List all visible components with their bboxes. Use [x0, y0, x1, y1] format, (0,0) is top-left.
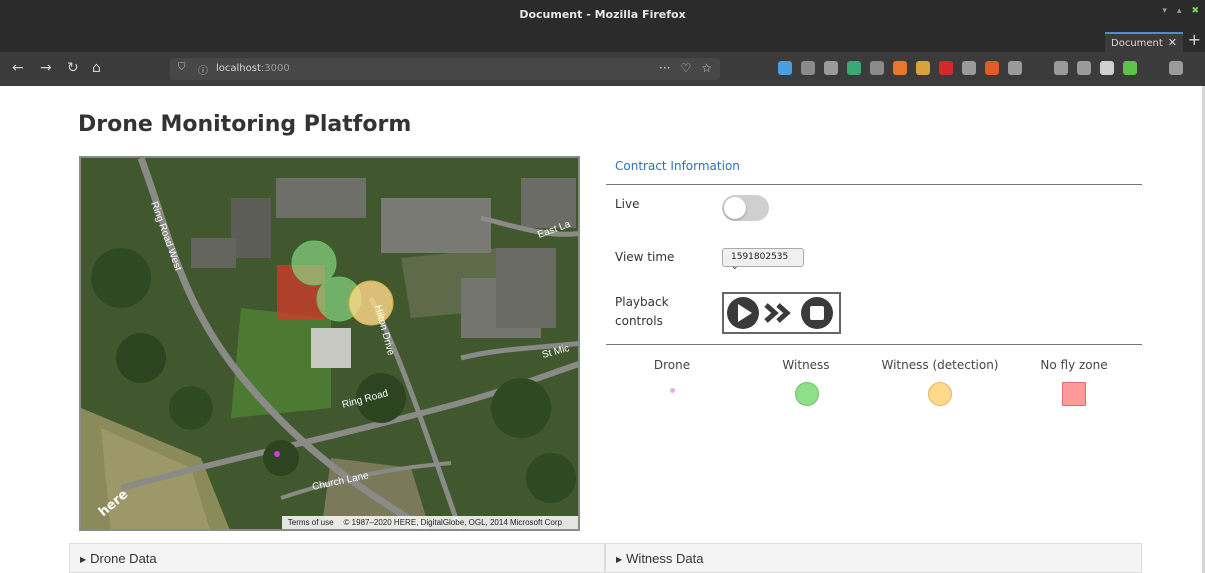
terms-of-use-link[interactable]: Terms of use [288, 518, 334, 527]
extension-react-icon[interactable] [1077, 61, 1091, 75]
satellite-map[interactable]: Ring Road West East La St Mic Ring Road … [79, 156, 580, 531]
new-tab-button[interactable]: + [1188, 30, 1201, 49]
legend-witness-label: Witness [782, 358, 830, 372]
legend-no-fly-swatch [1062, 382, 1086, 406]
view-time-label: View time [615, 250, 675, 264]
extension-spacer-icon [1146, 61, 1160, 75]
play-icon[interactable] [727, 297, 759, 329]
tracking-shield-icon[interactable]: ⛉ [178, 62, 186, 73]
legend-witness-swatch [795, 382, 819, 406]
contract-information-tab[interactable]: Contract Information [606, 156, 1142, 185]
legend-witness-detection-label: Witness (detection) [881, 358, 999, 372]
extension-doc-icon[interactable] [1100, 61, 1114, 75]
maximize-icon[interactable]: ▴ [1177, 6, 1182, 16]
caret-right-icon: ▶ [616, 555, 623, 564]
extension-user-icon[interactable] [1008, 61, 1022, 75]
page-title: Drone Monitoring Platform [78, 112, 412, 137]
extension-icons [778, 61, 1183, 75]
live-label: Live [615, 197, 640, 211]
playback-label-line1: Playback [615, 295, 669, 309]
extension-s-icon[interactable] [847, 61, 861, 75]
window-title: Document - Mozilla Firefox [519, 8, 686, 21]
close-window-icon[interactable]: ✖ [1191, 6, 1199, 16]
extension-fox-icon[interactable] [893, 61, 907, 75]
witness-data-accordion[interactable]: ▶ Witness Data [605, 543, 1142, 573]
back-icon[interactable]: ← [12, 60, 24, 76]
playback-controls [722, 292, 841, 334]
stop-icon[interactable] [801, 297, 833, 329]
window-controls: ▾ ▴ ✖ [1162, 6, 1199, 16]
legend-no-fly-label: No fly zone [1040, 358, 1108, 372]
extension-brush-icon[interactable] [916, 61, 930, 75]
drone-data-label: Drone Data [90, 551, 157, 566]
map-attribution: Terms of use © 1987–2020 HERE, DigitalGlo… [281, 516, 578, 529]
extension-blank-icon[interactable] [1031, 61, 1045, 75]
url-text[interactable]: localhost:3000 [216, 63, 290, 74]
witness-data-label: Witness Data [626, 551, 704, 566]
sidebar-icon[interactable] [824, 61, 838, 75]
window-titlebar: Document - Mozilla Firefox ▾ ▴ ✖ [0, 0, 1205, 30]
legend-drone-swatch [670, 388, 675, 393]
drone-marker[interactable] [274, 451, 280, 457]
extension-translate-icon[interactable] [870, 61, 884, 75]
navigation-toolbar: ← → ↻ ⌂ ⛉ ⓘ localhost:3000 ··· ♡ ☆ [0, 52, 1205, 86]
library-icon[interactable] [801, 61, 815, 75]
forward-icon[interactable]: → [40, 60, 52, 76]
tab-label: Document [1111, 38, 1163, 49]
caret-right-icon: ▶ [80, 555, 87, 564]
reload-icon[interactable]: ↻ [67, 60, 79, 76]
witness-marker[interactable] [291, 240, 337, 286]
url-bar[interactable]: ⛉ ⓘ localhost:3000 ··· ♡ ☆ [170, 58, 720, 80]
extension-pen-icon[interactable] [985, 61, 999, 75]
adblock-icon[interactable] [939, 61, 953, 75]
fast-forward-icon[interactable] [764, 303, 791, 323]
extension-box-icon[interactable] [962, 61, 976, 75]
drone-data-accordion[interactable]: ▶ Drone Data [69, 543, 605, 573]
tab-document[interactable]: Document ✕ [1105, 32, 1183, 52]
panel-divider [606, 344, 1142, 345]
pocket-icon[interactable]: ♡ [680, 61, 691, 75]
minimize-icon[interactable]: ▾ [1162, 6, 1167, 16]
hamburger-menu-icon[interactable] [1169, 61, 1183, 75]
home-icon[interactable]: ⌂ [92, 60, 101, 76]
map-imagery: Ring Road West East La St Mic Ring Road … [81, 158, 578, 529]
playback-label-line2: controls [615, 314, 663, 328]
view-time-select[interactable]: 1591802535 ⌄ [722, 248, 804, 272]
legend-witness-detection-swatch [928, 382, 952, 406]
tab-close-icon[interactable]: ✕ [1168, 37, 1177, 48]
extension-toggle-icon[interactable] [1123, 61, 1137, 75]
live-toggle[interactable] [722, 195, 769, 221]
map-copyright: © 1987–2020 HERE, DigitalGlobe, OGL, 201… [343, 518, 562, 527]
site-info-icon[interactable]: ⓘ [198, 62, 208, 77]
page-actions-icon[interactable]: ··· [659, 61, 670, 75]
legend-drone-label: Drone [653, 358, 691, 372]
download-icon[interactable] [778, 61, 792, 75]
toggle-knob [724, 197, 746, 219]
extension-grid-icon[interactable] [1054, 61, 1068, 75]
contract-panel: Contract Information Live View time 1591… [606, 156, 1142, 406]
tab-strip: Document ✕ + [0, 30, 1205, 52]
bookmark-star-icon[interactable]: ☆ [701, 61, 712, 75]
